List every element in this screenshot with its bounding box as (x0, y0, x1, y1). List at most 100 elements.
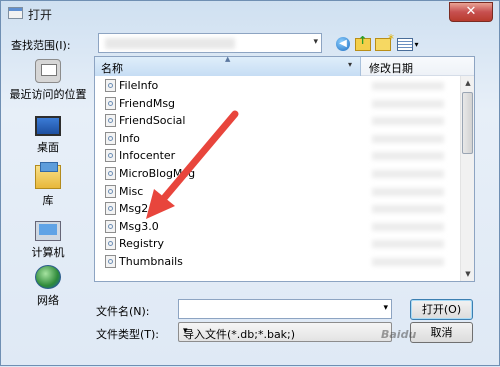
look-in-label: 查找范围(I): (11, 39, 71, 52)
place-desktop[interactable]: 桌面 (5, 112, 91, 155)
file-name: FileInfo (119, 79, 159, 92)
look-in-value-redacted (105, 38, 235, 49)
file-icon (105, 202, 116, 216)
network-icon (35, 265, 61, 289)
file-icon (105, 237, 116, 251)
new-folder-icon (375, 32, 394, 51)
chevron-down-icon[interactable]: ▾ (383, 303, 388, 313)
file-name: FriendSocial (119, 114, 186, 128)
date-redacted (372, 169, 444, 178)
place-library[interactable]: 库 (5, 162, 91, 208)
file-icon (105, 184, 116, 198)
file-icon (105, 131, 116, 145)
place-label: 计算机 (31, 246, 65, 259)
file-row[interactable]: Misc (95, 183, 460, 201)
file-rows: FileInfo FriendMsg FriendSocial Info Inf… (95, 77, 460, 271)
file-row[interactable]: Msg2.0 (95, 200, 460, 218)
place-label: 网络 (37, 294, 59, 307)
file-name: FriendMsg (119, 96, 176, 110)
computer-icon (35, 221, 61, 241)
file-icon (105, 166, 116, 180)
open-file-dialog: 打开 ✕ 查找范围(I): ▾ ◀ ▾ 最近访问的位置 桌面 库 计算机 (0, 0, 500, 366)
date-redacted (372, 134, 444, 143)
file-row[interactable]: Info (95, 130, 460, 148)
window-title: 打开 (28, 8, 53, 22)
recent-places-icon (35, 59, 61, 83)
place-network[interactable]: 网络 (5, 265, 91, 308)
file-name: Misc (119, 184, 144, 198)
column-name-header[interactable]: 名称 ▲ ▾ (95, 55, 361, 76)
filename-input[interactable]: ▾ (178, 299, 392, 319)
look-in-row: 查找范围(I): ▾ ◀ ▾ (1, 32, 499, 55)
file-name: Info (119, 131, 140, 145)
date-redacted (372, 240, 444, 249)
file-icon (105, 96, 116, 110)
file-row[interactable]: Infocenter (95, 147, 460, 165)
place-label: 库 (42, 194, 54, 207)
column-date-header[interactable]: 修改日期 (361, 57, 474, 76)
place-recent[interactable]: 最近访问的位置 (5, 59, 91, 102)
back-button[interactable]: ◀ (334, 35, 352, 53)
place-label: 最近访问的位置 (9, 88, 87, 101)
file-icon (105, 254, 116, 268)
view-icon (397, 37, 414, 51)
scroll-up-icon[interactable]: ▲ (462, 76, 474, 90)
file-icon (105, 114, 116, 128)
file-name: Msg2.0 (119, 202, 159, 216)
chevron-down-icon: ▾ (313, 37, 318, 47)
file-row[interactable]: Registry (95, 235, 460, 253)
place-label: 桌面 (37, 141, 59, 154)
date-redacted (372, 257, 444, 266)
file-name: MicroBlogMsg (119, 166, 196, 180)
file-name: Thumbnails (119, 254, 183, 268)
file-name: Msg3.0 (119, 219, 159, 233)
title-bar[interactable]: 打开 ✕ (1, 1, 499, 27)
date-redacted (372, 205, 444, 214)
library-icon (35, 162, 61, 189)
close-icon: ✕ (465, 4, 477, 19)
file-icon (105, 149, 116, 163)
chevron-down-icon: ▾ (183, 326, 188, 336)
file-row[interactable]: Thumbnails (95, 253, 460, 271)
file-icon (105, 219, 116, 233)
file-icon (105, 79, 116, 92)
look-in-combo[interactable]: ▾ (98, 33, 322, 53)
sort-ascending-icon: ▲ (225, 55, 231, 63)
window-icon (8, 7, 23, 19)
filename-label: 文件名(N): (96, 305, 150, 318)
column-date-label: 修改日期 (369, 62, 413, 75)
back-arrow-icon: ◀ (336, 37, 350, 51)
date-redacted (372, 99, 444, 108)
file-name: Infocenter (119, 149, 176, 163)
file-row[interactable]: FriendMsg (95, 95, 460, 113)
column-name-label: 名称 (101, 62, 123, 75)
desktop-icon (35, 116, 61, 136)
scroll-thumb[interactable] (462, 92, 473, 154)
new-folder-button[interactable] (374, 32, 394, 53)
date-redacted (372, 117, 444, 126)
up-folder-button[interactable] (354, 34, 372, 53)
filetype-label: 文件类型(T): (96, 328, 160, 341)
place-computer[interactable]: 计算机 (5, 217, 91, 260)
filetype-select[interactable]: 导入文件(*.db;*.bak;) ▾ (178, 322, 392, 342)
file-row[interactable]: FriendSocial (95, 112, 460, 130)
chevron-down-icon[interactable]: ▾ (348, 60, 352, 69)
open-button[interactable]: 打开(O) (410, 299, 473, 320)
date-redacted (372, 82, 444, 90)
up-folder-icon (355, 34, 371, 51)
file-row[interactable]: FileInfo (95, 77, 460, 95)
date-redacted (372, 222, 444, 231)
close-button[interactable]: ✕ (449, 2, 493, 22)
column-header: 名称 ▲ ▾ 修改日期 (95, 55, 474, 76)
vertical-scrollbar[interactable]: ▲ ▼ (460, 76, 474, 281)
places-bar: 最近访问的位置 桌面 库 计算机 网络 (5, 57, 91, 307)
file-row[interactable]: MicroBlogMsg (95, 165, 460, 183)
cancel-button[interactable]: 取消 (410, 322, 473, 343)
watermark: Baidu (381, 328, 417, 341)
file-row[interactable]: Msg3.0 (95, 218, 460, 236)
view-menu-button[interactable]: ▾ (396, 35, 420, 53)
file-name: Registry (119, 237, 165, 251)
scroll-down-icon[interactable]: ▼ (462, 267, 474, 281)
chevron-down-icon: ▾ (414, 39, 419, 49)
file-list[interactable]: 名称 ▲ ▾ 修改日期 FileInfo FriendMsg FriendSoc… (94, 55, 475, 282)
